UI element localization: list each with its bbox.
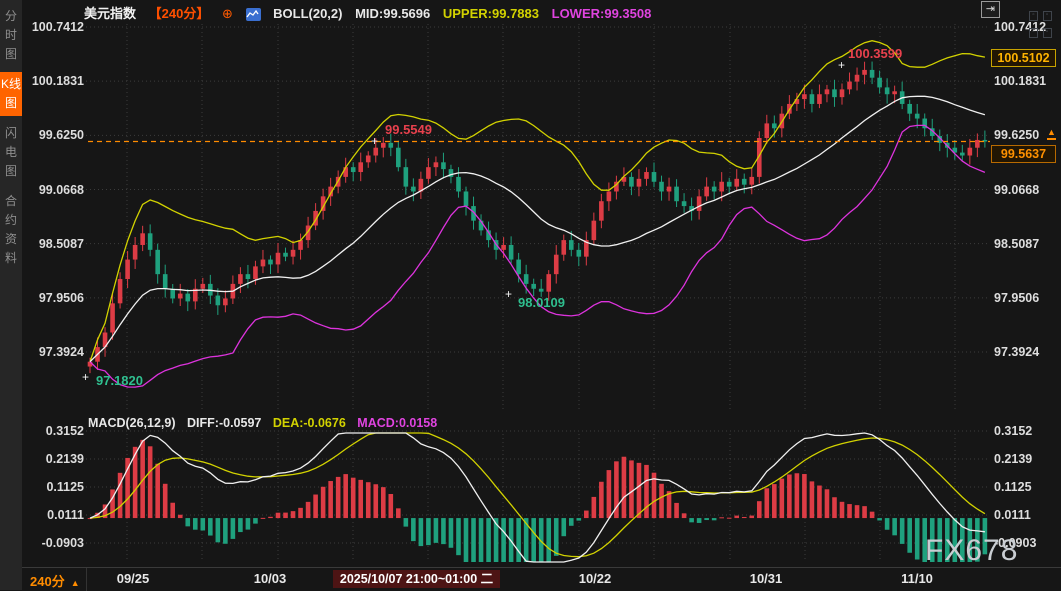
price-axis-label-right: 99.0668 — [994, 183, 1054, 198]
macd-params: MACD(26,12,9) — [88, 416, 176, 430]
price-axis-label-left: 100.1831 — [24, 74, 84, 89]
boll-label: BOLL(20,2) — [273, 6, 342, 21]
time-axis-bar: 240分▲ 2025/10/07 21:00~01:00 二 09/25 10/0… — [22, 567, 1061, 591]
price-axis-label-left: 98.5087 — [24, 237, 84, 252]
macd-axis-label-left: -0.0903 — [24, 536, 84, 551]
jump-to-latest-icon[interactable]: ⇥ — [981, 1, 1000, 18]
price-axis-label-right: 100.1831 — [994, 74, 1054, 89]
price-axis-label-left: 100.7412 — [24, 20, 84, 35]
price-scale-arrow-icon[interactable]: ▲ — [1047, 128, 1056, 140]
extremum-cross-marker: + — [505, 287, 512, 301]
macd-diff-value: DIFF:-0.0597 — [187, 416, 261, 430]
chart-type-icon[interactable] — [246, 8, 261, 21]
price-axis-label-left: 97.9506 — [24, 291, 84, 306]
macd-axis-label-left: 0.0111 — [24, 508, 84, 523]
date-tick-label: 10/31 — [750, 571, 783, 586]
price-axis-label-right: 97.3924 — [994, 345, 1054, 360]
window-control-icons: ▫ ▫ ▫ ▫ — [1028, 4, 1061, 38]
period-label[interactable]: 【240分】 — [149, 6, 210, 21]
macd-axis-label-right: 0.1125 — [994, 480, 1054, 495]
window-control-icon-3[interactable]: ▫ — [1029, 28, 1038, 38]
current-price-badge: 99.5637 — [991, 145, 1056, 163]
boll-lower-value: LOWER:99.3508 — [552, 6, 652, 21]
price-axis-label-left: 99.6250 — [24, 128, 84, 143]
window-control-icon-4[interactable]: ▫ — [1043, 28, 1052, 38]
chart-mode-sidebar: 分时图 K线图闪电图合约资料 — [0, 0, 22, 590]
sidebar-tab-3[interactable]: 闪电图 — [0, 121, 22, 184]
macd-macd-value: MACD:0.0158 — [357, 416, 437, 430]
macd-axis-label-left: 0.3152 — [24, 424, 84, 439]
date-tick-label: 11/10 — [901, 571, 933, 586]
price-annotation: 97.1820 — [96, 373, 143, 388]
price-annotation: 100.3599 — [848, 46, 902, 61]
extremum-cross-marker: + — [82, 370, 89, 384]
macd-axis-label-left: 0.1125 — [24, 480, 84, 495]
symbol-name: 美元指数 — [84, 6, 136, 21]
extremum-cross-marker: + — [371, 134, 378, 148]
date-tick-label: 10/03 — [254, 571, 287, 586]
sidebar-tab-1[interactable]: 分时图 — [0, 4, 22, 67]
macd-header: MACD(26,12,9) DIFF:-0.0597 DEA:-0.0676 M… — [88, 416, 445, 430]
chart-header: 美元指数 【240分】 ⊕ BOLL(20,2) MID:99.5696 UPP… — [84, 3, 660, 21]
indicator-toggle-icon[interactable]: ⊕ — [222, 6, 233, 21]
extremum-cross-marker: + — [838, 58, 845, 72]
window-control-icon-1[interactable]: ▫ — [1029, 11, 1038, 21]
macd-dea-value: DEA:-0.0676 — [273, 416, 346, 430]
session-high-badge: 100.5102 — [991, 49, 1056, 67]
price-axis-label-right: 98.5087 — [994, 237, 1054, 252]
sidebar-tab-4[interactable]: 合约资料 — [0, 189, 22, 271]
divider — [86, 568, 87, 591]
sidebar-tab-2[interactable]: K线图 — [0, 72, 22, 116]
period-selector[interactable]: 240分▲ — [30, 571, 80, 590]
period-dropdown-icon: ▲ — [71, 578, 80, 588]
fx678-watermark: FX678 — [925, 534, 1018, 568]
price-axis-label-right: 97.9506 — [994, 291, 1054, 306]
price-annotation: 98.0109 — [518, 295, 565, 310]
price-annotation: 99.5549 — [385, 122, 432, 137]
boll-mid-value: MID:99.5696 — [355, 6, 430, 21]
macd-axis-label-left: 0.2139 — [24, 452, 84, 467]
price-axis-label-left: 99.0668 — [24, 183, 84, 198]
price-axis-label-right: 99.6250 — [994, 128, 1054, 143]
price-axis-label-left: 97.3924 — [24, 345, 84, 360]
date-tick-label: 10/22 — [579, 571, 612, 586]
window-control-icon-2[interactable]: ▫ — [1043, 11, 1052, 21]
macd-axis-label-right: 0.2139 — [994, 452, 1054, 467]
boll-upper-value: UPPER:99.7883 — [443, 6, 539, 21]
chart-app: { "header": { "symbol": "美元指数", "period"… — [0, 0, 1061, 590]
selected-candle-time: 2025/10/07 21:00~01:00 二 — [333, 570, 500, 588]
macd-axis-label-right: 0.0111 — [994, 508, 1054, 523]
macd-axis-label-right: 0.3152 — [994, 424, 1054, 439]
date-tick-label: 09/25 — [117, 571, 150, 586]
